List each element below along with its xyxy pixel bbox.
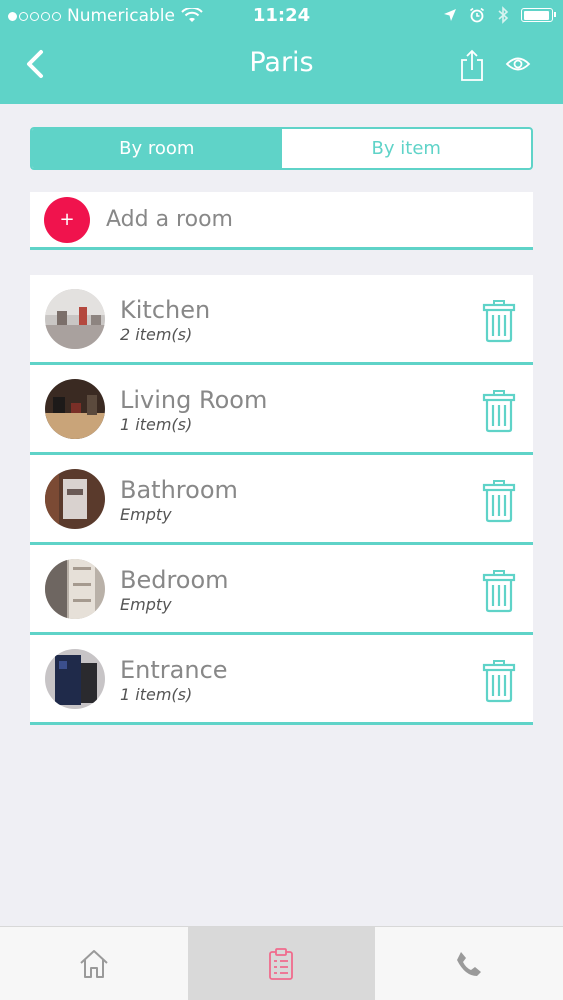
room-row-living-room[interactable]: Living Room 1 item(s) <box>30 365 533 455</box>
room-item-count: 2 item(s) <box>120 325 193 344</box>
add-room-row[interactable]: + Add a room <box>30 192 533 250</box>
room-photo-kitchen <box>45 289 105 349</box>
room-row-bedroom[interactable]: Bedroom Empty <box>30 545 533 635</box>
tab-contact[interactable] <box>375 927 563 1000</box>
room-photo-bedroom <box>45 559 105 619</box>
room-name: Kitchen <box>120 296 211 324</box>
bluetooth-icon <box>498 6 509 24</box>
room-name: Entrance <box>120 656 228 684</box>
tab-home[interactable] <box>0 927 188 1000</box>
view-mode-segmented-control: By room By item <box>30 127 533 170</box>
trash-icon[interactable] <box>482 659 516 703</box>
room-list: Kitchen 2 item(s) Living Room 1 item(s) <box>30 275 533 725</box>
room-name: Bathroom <box>120 476 238 504</box>
battery-icon <box>521 8 556 22</box>
room-row-entrance[interactable]: Entrance 1 item(s) <box>30 635 533 725</box>
room-row-bathroom[interactable]: Bathroom Empty <box>30 455 533 545</box>
room-item-count: Empty <box>120 595 172 614</box>
add-room-label: Add a room <box>106 207 233 232</box>
room-photo-bathroom <box>45 469 105 529</box>
trash-icon[interactable] <box>482 389 516 433</box>
home-icon <box>80 950 108 978</box>
room-name: Living Room <box>120 386 268 414</box>
room-item-count: 1 item(s) <box>120 685 193 704</box>
share-icon[interactable] <box>458 48 486 82</box>
tab-bar <box>0 926 563 1000</box>
room-item-count: 1 item(s) <box>120 415 193 434</box>
add-room-button[interactable]: + <box>44 196 90 243</box>
room-item-count: Empty <box>120 505 172 524</box>
alarm-icon <box>470 7 484 23</box>
tab-inventory[interactable] <box>187 927 376 1000</box>
trash-icon[interactable] <box>482 479 516 523</box>
trash-icon[interactable] <box>482 569 516 613</box>
room-photo-living-room <box>45 379 105 439</box>
location-arrow-icon <box>444 9 456 21</box>
clipboard-list-icon <box>269 948 294 980</box>
header: Numericable 11:24 Paris <box>0 0 563 104</box>
status-right <box>443 6 556 24</box>
segment-by-item[interactable]: By item <box>282 129 532 168</box>
room-name: Bedroom <box>120 566 229 594</box>
status-bar: Numericable 11:24 <box>0 0 563 32</box>
eye-icon[interactable] <box>505 55 531 73</box>
segment-by-room[interactable]: By room <box>32 129 282 168</box>
plus-icon: + <box>59 209 75 230</box>
trash-icon[interactable] <box>482 299 516 343</box>
room-photo-entrance <box>45 649 105 709</box>
phone-icon <box>457 952 482 976</box>
room-row-kitchen[interactable]: Kitchen 2 item(s) <box>30 275 533 365</box>
battery-level <box>523 10 550 20</box>
